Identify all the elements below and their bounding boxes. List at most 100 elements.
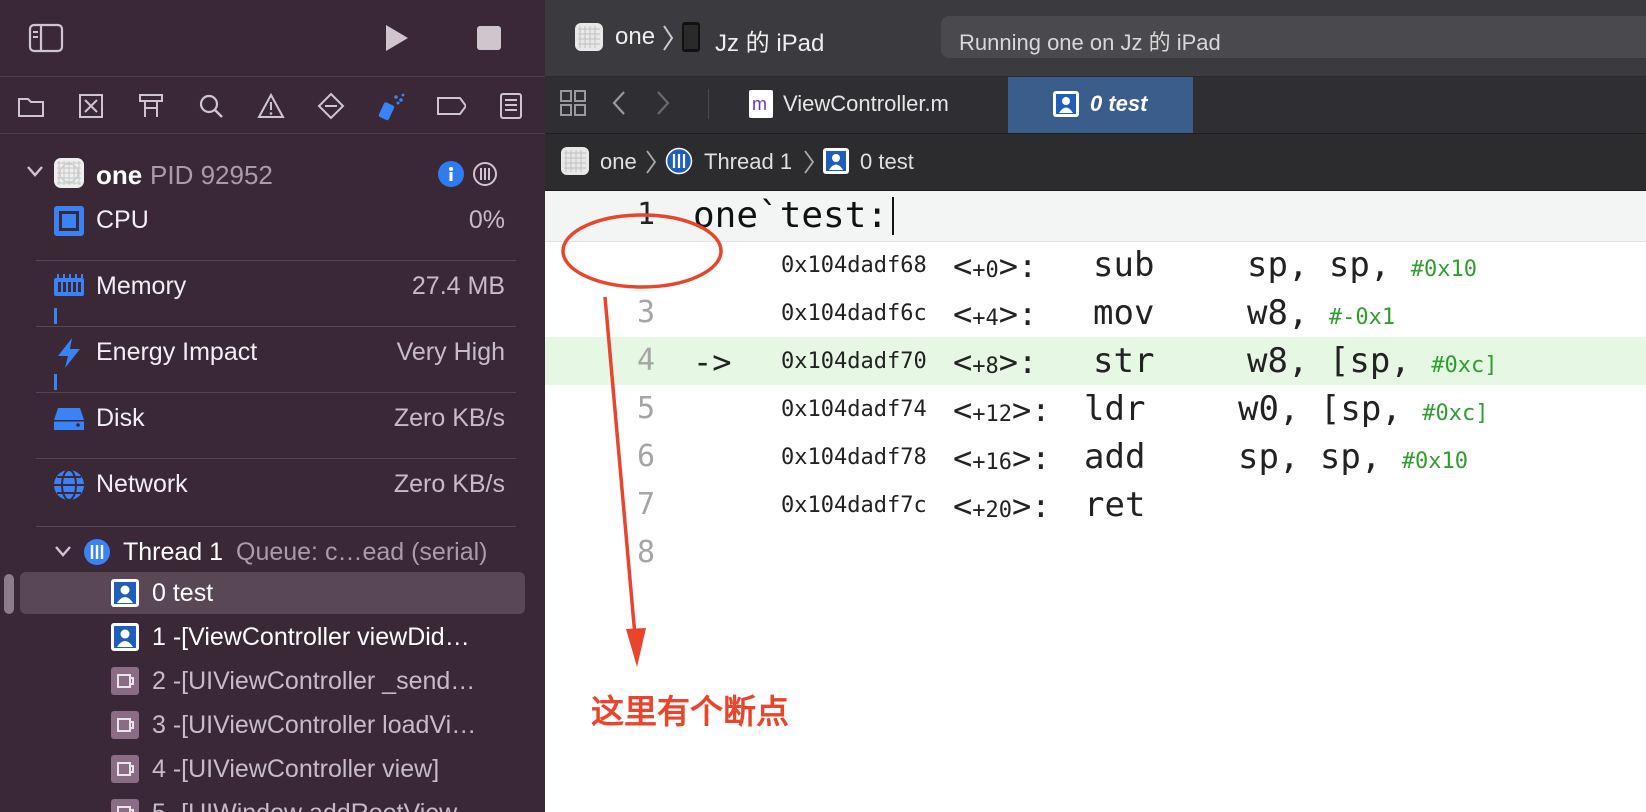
back-chevron-icon[interactable]: [611, 90, 627, 121]
mnemonic: mov: [1093, 293, 1155, 333]
gauge-label: Disk: [96, 404, 145, 432]
toggle-navigator-icon[interactable]: [28, 20, 64, 56]
bracket-close: ]: [1475, 401, 1489, 426]
operand-text: w8,: [1247, 293, 1329, 333]
annotation-arrow-head: [626, 628, 646, 667]
instruction-address: 0x104dadf7c: [781, 493, 927, 518]
run-button[interactable]: [378, 20, 414, 56]
stack-frame-icon: [1052, 90, 1080, 123]
breakpoint-tag-icon[interactable]: [436, 91, 466, 121]
gauge-cpu[interactable]: CPU 0%: [0, 194, 545, 250]
process-pid: PID 92952: [150, 160, 273, 190]
scheme-name: one: [615, 23, 656, 50]
disclosure-chevron-icon[interactable]: [24, 160, 46, 187]
immediate-value: #0x10: [1410, 257, 1477, 282]
threads-icon[interactable]: [472, 161, 498, 192]
line-number: 4: [636, 343, 655, 378]
mnemonic: ret: [1084, 485, 1146, 525]
gauge-label: Network: [96, 470, 188, 498]
user-frame-icon: [111, 579, 139, 607]
tab-label: ViewController.m: [783, 91, 949, 116]
offset-value: +20: [972, 498, 1013, 523]
instruction-offset: <+4>:: [953, 295, 1038, 333]
jump-bar-item[interactable]: Thread 1: [704, 149, 792, 175]
operand-text: sp, sp,: [1238, 437, 1402, 477]
immediate-value: #0x10: [1401, 449, 1468, 474]
info-icon[interactable]: [438, 161, 464, 187]
forward-chevron-icon[interactable]: [655, 90, 671, 121]
thread-row[interactable]: Thread 1 Queue: c…ead (serial): [0, 530, 545, 574]
gauge-label: Memory: [96, 272, 187, 300]
code-line: 8: [545, 529, 1646, 577]
gauge-label: CPU: [96, 206, 149, 234]
process-row[interactable]: one PID 92952: [0, 150, 545, 198]
frame-label: 5 -[UIWindow addRootView…: [152, 799, 482, 812]
thread-queue: Queue: c…ead (serial): [236, 538, 488, 566]
disassembly-editor[interactable]: 1 one`test: 0x104dadf68 <+0>: sub sp, sp…: [545, 191, 1646, 812]
report-icon[interactable]: [496, 91, 526, 121]
chevron-right-icon: [661, 24, 675, 57]
activity-status-bar: Running one on Jz 的 iPad: [941, 16, 1646, 58]
code-line: 5 0x104dadf74 <+12>: ldr w0, [sp, #0xc]: [545, 385, 1646, 433]
frame-label: 2 -[UIViewController _send…: [152, 667, 476, 695]
mnemonic: str: [1093, 341, 1155, 381]
memory-level-tick: [54, 308, 57, 324]
status-text: Running one on Jz 的 iPad: [959, 30, 1221, 55]
line-number: 7: [636, 487, 655, 522]
app-icon: [54, 158, 84, 188]
immediate-value: #-0x1: [1328, 305, 1396, 330]
gauge-disk[interactable]: Disk Zero KB/s: [0, 392, 545, 448]
app-icon[interactable]: [561, 147, 589, 175]
instruction-address: 0x104dadf68: [781, 253, 927, 278]
destination-name: Jz 的 iPad: [715, 30, 825, 57]
code-line: 6 0x104dadf78 <+16>: add sp, sp, #0x10: [545, 433, 1646, 481]
frame-label: 0 test: [152, 579, 214, 607]
operands: sp, sp, #0x10: [1247, 245, 1477, 285]
stop-button[interactable]: [471, 20, 507, 56]
stack-frame-row[interactable]: 1 -[ViewController viewDid…: [0, 616, 545, 658]
annotation-label: 这里有个断点: [591, 693, 789, 730]
operands: w8, [sp, #0xc]: [1247, 341, 1497, 381]
search-icon[interactable]: [196, 91, 226, 121]
operands: sp, sp, #0x10: [1238, 437, 1468, 477]
energy-icon: [58, 338, 80, 368]
folder-icon[interactable]: [16, 91, 46, 121]
gauge-memory[interactable]: Memory 27.4 MB: [0, 260, 545, 316]
gauge-value: Zero KB/s: [393, 404, 505, 432]
stack-frame-row[interactable]: 4 -[UIViewController view]: [0, 748, 545, 790]
code-line: 1 one`test:: [545, 191, 1646, 241]
disclosure-chevron-icon[interactable]: [52, 540, 74, 567]
symbol-icon[interactable]: [136, 91, 166, 121]
line-number: 8: [636, 535, 655, 570]
selected-row-marker: [4, 574, 14, 614]
stack-frame-row[interactable]: 2 -[UIViewController _send…: [0, 660, 545, 702]
tab-viewcontroller[interactable]: m ViewController.m: [715, 77, 1010, 133]
stack-frame-row[interactable]: 0 test: [20, 572, 525, 614]
tab-0-test[interactable]: 0 test: [1008, 77, 1193, 133]
mnemonic: ldr: [1084, 389, 1146, 429]
instruction-offset: <+16>:: [953, 439, 1051, 477]
jump-bar-item[interactable]: 0 test: [860, 149, 914, 175]
gauge-label: Energy Impact: [96, 338, 258, 366]
app-icon: [575, 23, 603, 51]
tab-bar: m ViewController.m 0 test: [545, 77, 1646, 134]
thread-name: Thread 1: [123, 538, 224, 566]
debug-spray-icon[interactable]: [376, 91, 406, 121]
stack-frame-row[interactable]: 5 -[UIWindow addRootView…: [0, 792, 545, 812]
svg-text:m: m: [752, 94, 767, 114]
source-control-icon[interactable]: [76, 91, 106, 121]
stack-frame-row[interactable]: 3 -[UIViewController loadVi…: [0, 704, 545, 746]
warning-icon[interactable]: [256, 91, 286, 121]
instruction-address: 0x104dadf74: [781, 397, 927, 422]
instruction-offset: <+8>:: [953, 343, 1038, 381]
offset-value: +12: [972, 402, 1013, 427]
jump-bar-item[interactable]: one: [600, 149, 637, 175]
related-items-grid-icon[interactable]: [559, 89, 587, 122]
system-frame-icon: [111, 667, 139, 695]
gauge-value: Zero KB/s: [393, 470, 505, 498]
network-icon: [54, 469, 84, 501]
gauge-energy[interactable]: Energy Impact Very High: [0, 326, 545, 382]
test-diamond-icon[interactable]: [316, 91, 346, 121]
gauge-network[interactable]: Network Zero KB/s: [0, 458, 545, 514]
process-name: one: [96, 160, 143, 190]
